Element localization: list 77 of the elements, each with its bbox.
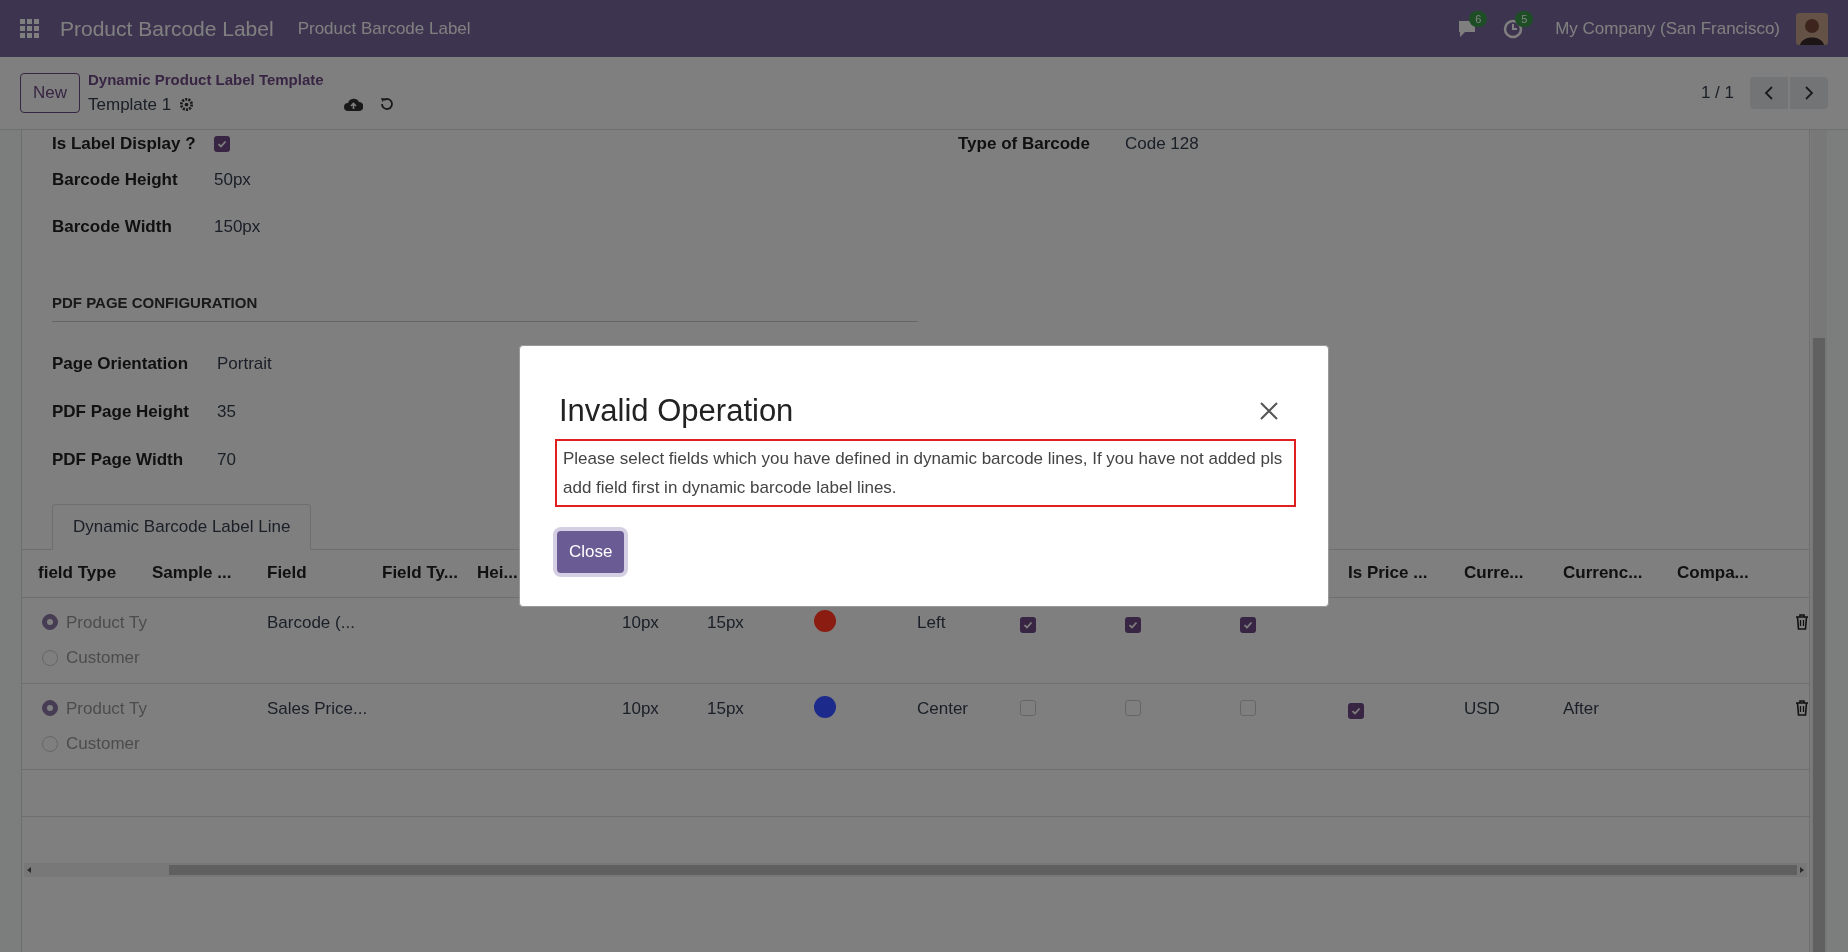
table-cell: Left (917, 612, 946, 632)
dialog-title: Invalid Operation (558, 392, 795, 430)
next-button[interactable] (1790, 77, 1828, 109)
column-header[interactable]: Is Price ... (1348, 563, 1428, 583)
radio-button[interactable] (42, 735, 58, 752)
section-title: PDF PAGE CONFIGURATION (52, 292, 918, 322)
check-icon (1023, 619, 1033, 630)
menu-item[interactable]: Product Barcode Label (297, 15, 471, 42)
table-cell: 15px (707, 612, 744, 632)
radio-button[interactable] (42, 700, 58, 717)
scrollbar-thumb[interactable] (1813, 338, 1825, 952)
radio-button[interactable] (42, 649, 58, 666)
column-header[interactable]: Currenc... (1563, 563, 1643, 583)
avatar-icon[interactable] (1796, 12, 1828, 45)
checkbox[interactable] (1020, 699, 1036, 716)
table-cell: USD (1464, 698, 1500, 718)
checkbox[interactable] (1125, 699, 1141, 716)
table-cell: 15px (707, 698, 744, 718)
checkbox[interactable] (1125, 616, 1141, 633)
checkbox[interactable] (1020, 616, 1036, 633)
field-label: Page Orientation (52, 352, 190, 375)
trash-icon[interactable] (1795, 613, 1809, 630)
chevron-right-icon (1804, 85, 1814, 101)
field-label: PDF Page Width (52, 448, 185, 471)
table-cell: Center (917, 698, 969, 718)
column-header[interactable]: Hei... (477, 563, 518, 583)
close-icon[interactable] (1259, 401, 1279, 422)
company-switcher[interactable]: My Company (San Francisco) (1555, 15, 1780, 42)
apps-menu-icon[interactable] (20, 18, 40, 39)
field-label: Barcode Width (52, 215, 173, 238)
chevron-left-icon (1764, 85, 1774, 101)
checkbox[interactable] (1348, 702, 1364, 719)
check-icon (217, 139, 227, 149)
check-icon (1128, 619, 1138, 630)
column-header[interactable]: Curre... (1464, 563, 1524, 583)
notebook-tab[interactable]: Dynamic Barcode Label Line (52, 503, 312, 550)
radio-button[interactable] (42, 614, 58, 631)
check-icon (1243, 619, 1253, 630)
error-message: Please select fields which you have defined in dynamic barcode lines, If you have not added pls add field first in dynamic barcode label lines. (555, 438, 1296, 507)
undo-icon[interactable] (379, 96, 396, 113)
column-header[interactable]: Field (267, 563, 307, 583)
column-header[interactable]: Compa... (1677, 563, 1749, 583)
pager-value[interactable]: 1 / 1 (1700, 80, 1734, 106)
checkbox[interactable] (1240, 616, 1256, 633)
column-header[interactable]: field Type (38, 563, 117, 583)
column-header[interactable]: Sample ... (152, 563, 232, 583)
check-icon (1351, 705, 1361, 716)
field-label: Type of Barcode (958, 133, 1091, 156)
table-cell: Barcode (... (267, 612, 355, 632)
record-name: Template 1 (88, 93, 172, 116)
breadcrumb-link[interactable]: Dynamic Product Label Template (88, 69, 396, 92)
clock-icon[interactable] (1503, 18, 1524, 39)
table-cell: 10px (622, 612, 659, 632)
settings-icon[interactable] (179, 96, 195, 112)
notification-badge: 5 (1515, 10, 1534, 27)
field-label: Is Label Display ? (52, 133, 197, 156)
table-cell: Sales Price... (267, 698, 368, 718)
table-cell: After (1563, 698, 1599, 718)
column-header[interactable]: Field Ty... (382, 563, 458, 583)
field-value: 50px (214, 168, 251, 191)
notification-badge: 6 (1469, 10, 1488, 27)
field-value: 70 (217, 448, 236, 471)
trash-icon[interactable] (1795, 699, 1809, 716)
cloud-upload-icon[interactable] (344, 96, 364, 112)
field-value: Portrait (217, 352, 272, 375)
scrollbar-thumb[interactable] (169, 864, 1797, 875)
new-button[interactable]: New (20, 73, 80, 113)
previous-button[interactable] (1750, 77, 1788, 109)
field-value: 150px (214, 215, 261, 238)
table-cell: 10px (622, 698, 659, 718)
field-label: PDF Page Height (52, 400, 190, 423)
checkbox[interactable] (1240, 699, 1256, 716)
app-title[interactable]: Product Barcode Label (60, 12, 274, 45)
field-value: 35 (217, 400, 236, 423)
checkbox[interactable] (214, 136, 230, 152)
field-value: Code 128 (1125, 133, 1199, 156)
field-label: Barcode Height (52, 168, 179, 191)
